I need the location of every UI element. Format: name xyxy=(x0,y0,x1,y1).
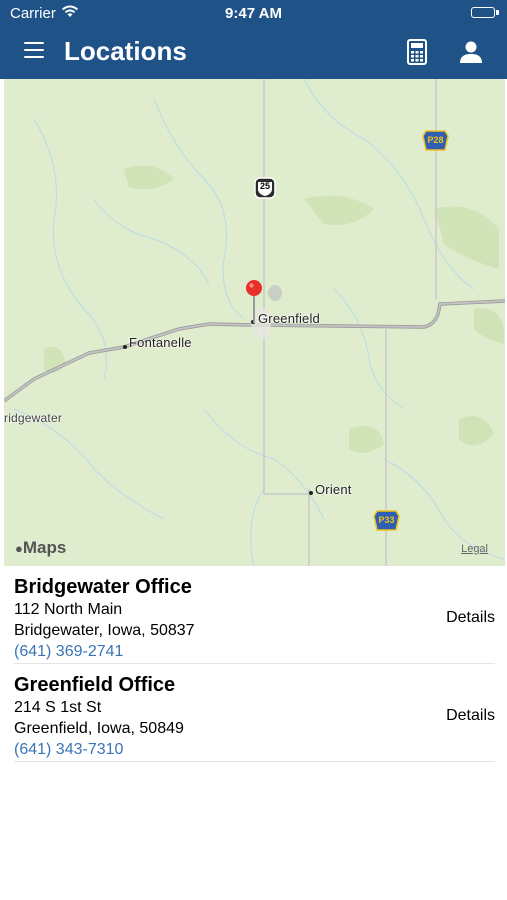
location-phone-link[interactable]: (641) 343-7310 xyxy=(14,741,123,759)
map-label-fontanelle: Fontanelle xyxy=(129,335,192,350)
legal-link[interactable]: Legal xyxy=(461,543,488,555)
page-title: Locations xyxy=(64,36,187,66)
calculator-icon[interactable] xyxy=(407,39,427,70)
details-button[interactable]: Details xyxy=(446,707,495,725)
details-button[interactable]: Details xyxy=(446,609,495,627)
county-road-p33-shield-icon: P33 xyxy=(373,510,400,532)
location-name: Bridgewater Office xyxy=(14,576,192,598)
highway-25-label: 25 xyxy=(259,181,270,191)
location-phone-link[interactable]: (641) 369-2741 xyxy=(14,643,123,661)
menu-icon[interactable] xyxy=(24,42,44,58)
location-row-bridgewater[interactable]: Bridgewater Office 112 North Main Bridge… xyxy=(14,566,495,664)
location-address-line1: 214 S 1st St xyxy=(14,699,102,716)
battery-icon xyxy=(471,7,495,18)
locations-list: Bridgewater Office 112 North Main Bridge… xyxy=(0,566,507,762)
apple-logo-icon: ● xyxy=(15,541,23,556)
battery-tip-icon xyxy=(496,10,499,15)
maps-attribution-label: Maps xyxy=(22,538,67,557)
location-address-line2: Bridgewater, Iowa, 50837 xyxy=(14,622,195,639)
location-address-line2: Greenfield, Iowa, 50849 xyxy=(14,720,184,737)
status-time: 9:47 AM xyxy=(225,5,282,22)
county-road-p28-label: P28 xyxy=(427,135,444,145)
map-label-bridgewater: ridgewater xyxy=(4,411,63,425)
user-profile-icon[interactable] xyxy=(459,40,483,69)
location-row-greenfield[interactable]: Greenfield Office 214 S 1st St Greenfiel… xyxy=(14,664,495,762)
county-road-p33-label: P33 xyxy=(378,515,395,525)
map-label-orient: Orient xyxy=(315,482,352,497)
location-name: Greenfield Office xyxy=(14,674,176,696)
navigation-bar: Carrier 9:47 AM Locations xyxy=(0,0,507,79)
location-address-line1: 112 North Main xyxy=(14,601,123,618)
status-bar: Carrier 9:47 AM xyxy=(0,0,507,28)
county-road-p28-shield-icon: P28 xyxy=(422,130,449,152)
apple-maps-attribution: ●Maps xyxy=(15,538,66,558)
map-view[interactable]: 25 P28 P33 Greenfield Fontanelle ridgewa… xyxy=(4,79,505,566)
highway-25-shield-icon: 25 xyxy=(254,177,276,199)
map-label-greenfield: Greenfield xyxy=(258,311,320,326)
